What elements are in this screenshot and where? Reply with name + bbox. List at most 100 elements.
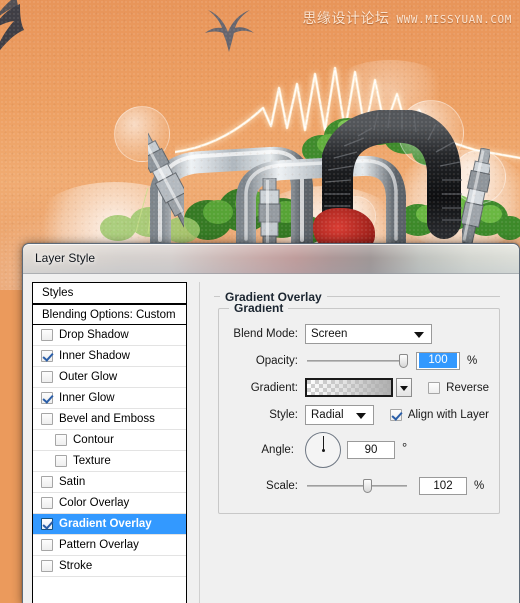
angle-input[interactable]: 90 bbox=[347, 441, 395, 459]
blend-mode-value: Screen bbox=[311, 327, 348, 340]
checkbox-satin[interactable] bbox=[41, 476, 53, 488]
effect-row-satin[interactable]: Satin bbox=[33, 472, 186, 493]
scale-label: Scale: bbox=[266, 479, 298, 492]
angle-dial-hub bbox=[321, 448, 325, 452]
effect-row-stroke[interactable]: Stroke bbox=[33, 556, 186, 577]
checkbox-inner-glow[interactable] bbox=[41, 392, 53, 404]
scale-row: Scale: 102 % bbox=[229, 474, 489, 497]
effect-row-drop-shadow[interactable]: Drop Shadow bbox=[33, 325, 186, 346]
effect-label: Bevel and Emboss bbox=[59, 413, 155, 425]
opacity-unit: % bbox=[467, 354, 478, 367]
style-label: Style: bbox=[269, 408, 298, 421]
scale-slider[interactable] bbox=[305, 477, 409, 495]
effect-row-outer-glow[interactable]: Outer Glow bbox=[33, 367, 186, 388]
angle-value-text: 90 bbox=[364, 444, 378, 456]
checkbox-drop-shadow[interactable] bbox=[41, 329, 53, 341]
effect-label: Contour bbox=[73, 434, 114, 446]
checkbox-align-with-layer[interactable] bbox=[389, 408, 402, 421]
align-with-layer-row[interactable]: Align with Layer bbox=[389, 408, 489, 421]
effect-label: Inner Glow bbox=[59, 392, 115, 404]
opacity-value-text: 100 bbox=[419, 353, 457, 368]
opacity-input[interactable]: 100 bbox=[416, 351, 460, 370]
checkbox-contour[interactable] bbox=[55, 434, 67, 446]
styles-label: Styles bbox=[42, 287, 74, 299]
chevron-down-icon bbox=[414, 331, 424, 338]
blend-mode-dropdown[interactable]: Screen bbox=[305, 323, 432, 344]
spark-plug bbox=[462, 148, 490, 244]
gradient-row: Gradient: Reverse bbox=[229, 376, 489, 399]
layer-style-dialog: Layer Style Styles Blending Options: Cus… bbox=[22, 243, 520, 603]
watermark-chinese-text: 思缘设计论坛 bbox=[302, 11, 390, 27]
opacity-label: Opacity: bbox=[255, 354, 298, 367]
bird-silhouette-icon bbox=[205, 10, 254, 52]
style-dropdown[interactable]: Radial bbox=[305, 404, 374, 425]
checkbox-inner-shadow[interactable] bbox=[41, 350, 53, 362]
effect-row-bevel-and-emboss[interactable]: Bevel and Emboss bbox=[33, 409, 186, 430]
checkbox-reverse[interactable] bbox=[428, 381, 441, 394]
effect-row-inner-shadow[interactable]: Inner Shadow bbox=[33, 346, 186, 367]
dialog-titlebar[interactable]: Layer Style bbox=[23, 244, 519, 274]
blend-mode-label: Blend Mode: bbox=[233, 327, 298, 340]
effect-label: Color Overlay bbox=[59, 497, 130, 509]
gradient-overlay-panel: Gradient Overlay Gradient Blend Mode: Sc… bbox=[199, 282, 510, 603]
effect-row-gradient-overlay[interactable]: Gradient Overlay bbox=[33, 514, 186, 535]
angle-row: Angle: 90 ° bbox=[229, 430, 489, 470]
scale-input[interactable]: 102 bbox=[419, 476, 467, 495]
checkbox-gradient-overlay[interactable] bbox=[41, 518, 53, 530]
screenshot-root: 思缘设计论坛 WWW.MISSYUAN.COM Layer Style Styl… bbox=[0, 0, 520, 603]
dialog-title: Layer Style bbox=[35, 251, 96, 265]
checkbox-outer-glow[interactable] bbox=[41, 371, 53, 383]
effect-label: Texture bbox=[73, 455, 111, 467]
effect-label: Inner Shadow bbox=[59, 350, 130, 362]
gradient-fieldset: Gradient Blend Mode: Screen Opacity: 100… bbox=[218, 301, 500, 514]
checkbox-color-overlay[interactable] bbox=[41, 497, 53, 509]
effect-label: Satin bbox=[59, 476, 86, 488]
opacity-slider-thumb[interactable] bbox=[399, 353, 408, 368]
scale-slider-track bbox=[307, 484, 407, 487]
checkbox-bevel-and-emboss[interactable] bbox=[41, 413, 53, 425]
effect-row-texture[interactable]: Texture bbox=[33, 451, 186, 472]
reverse-label: Reverse bbox=[446, 381, 489, 394]
scale-unit: % bbox=[474, 479, 485, 492]
scale-slider-thumb[interactable] bbox=[363, 478, 372, 493]
effect-label: Stroke bbox=[59, 560, 93, 572]
effect-row-inner-glow[interactable]: Inner Glow bbox=[33, 388, 186, 409]
spark-plug bbox=[148, 127, 184, 230]
styles-list[interactable]: Styles Blending Options: Custom Drop Sha… bbox=[32, 282, 187, 603]
bird-silhouette-icon bbox=[0, 0, 24, 51]
chevron-down-icon bbox=[355, 412, 366, 419]
spark-plug bbox=[258, 178, 281, 248]
effect-label: Pattern Overlay bbox=[59, 539, 139, 551]
angle-label: Angle: bbox=[261, 444, 294, 456]
scale-value-text: 102 bbox=[433, 479, 453, 492]
effect-row-color-overlay[interactable]: Color Overlay bbox=[33, 493, 186, 514]
gradient-preview-swatch[interactable] bbox=[305, 378, 394, 397]
reverse-checkbox-row[interactable]: Reverse bbox=[428, 381, 489, 394]
opacity-slider[interactable] bbox=[305, 352, 409, 370]
checkbox-texture[interactable] bbox=[55, 455, 67, 467]
angle-dial[interactable] bbox=[305, 432, 341, 468]
effect-row-pattern-overlay[interactable]: Pattern Overlay bbox=[33, 535, 186, 556]
watermark-url-text: WWW.MISSYUAN.COM bbox=[396, 13, 512, 26]
opacity-row: Opacity: 100 % bbox=[229, 349, 489, 372]
watermark: 思缘设计论坛 WWW.MISSYUAN.COM bbox=[302, 8, 512, 28]
checkbox-stroke[interactable] bbox=[41, 560, 53, 572]
opacity-slider-track bbox=[307, 359, 407, 362]
checkbox-pattern-overlay[interactable] bbox=[41, 539, 53, 551]
styles-list-item-blending-options[interactable]: Blending Options: Custom bbox=[33, 304, 186, 325]
effect-row-contour[interactable]: Contour bbox=[33, 430, 186, 451]
blend-mode-row: Blend Mode: Screen bbox=[229, 322, 489, 345]
align-with-layer-label: Align with Layer bbox=[407, 408, 489, 421]
blending-options-label: Blending Options: Custom bbox=[42, 308, 176, 321]
style-value: Radial bbox=[311, 408, 344, 421]
effect-label: Drop Shadow bbox=[59, 329, 129, 341]
gradient-preset-dropdown[interactable] bbox=[396, 378, 413, 397]
angle-unit: ° bbox=[402, 439, 408, 455]
section-title: Gradient Overlay bbox=[220, 290, 327, 304]
effect-label: Gradient Overlay bbox=[59, 518, 152, 530]
style-row: Style: Radial Align with Layer bbox=[229, 403, 489, 426]
effect-label: Outer Glow bbox=[59, 371, 118, 383]
section-header: Gradient Overlay bbox=[214, 288, 510, 306]
styles-list-item-styles[interactable]: Styles bbox=[33, 283, 186, 304]
dialog-body: Styles Blending Options: Custom Drop Sha… bbox=[23, 274, 519, 603]
